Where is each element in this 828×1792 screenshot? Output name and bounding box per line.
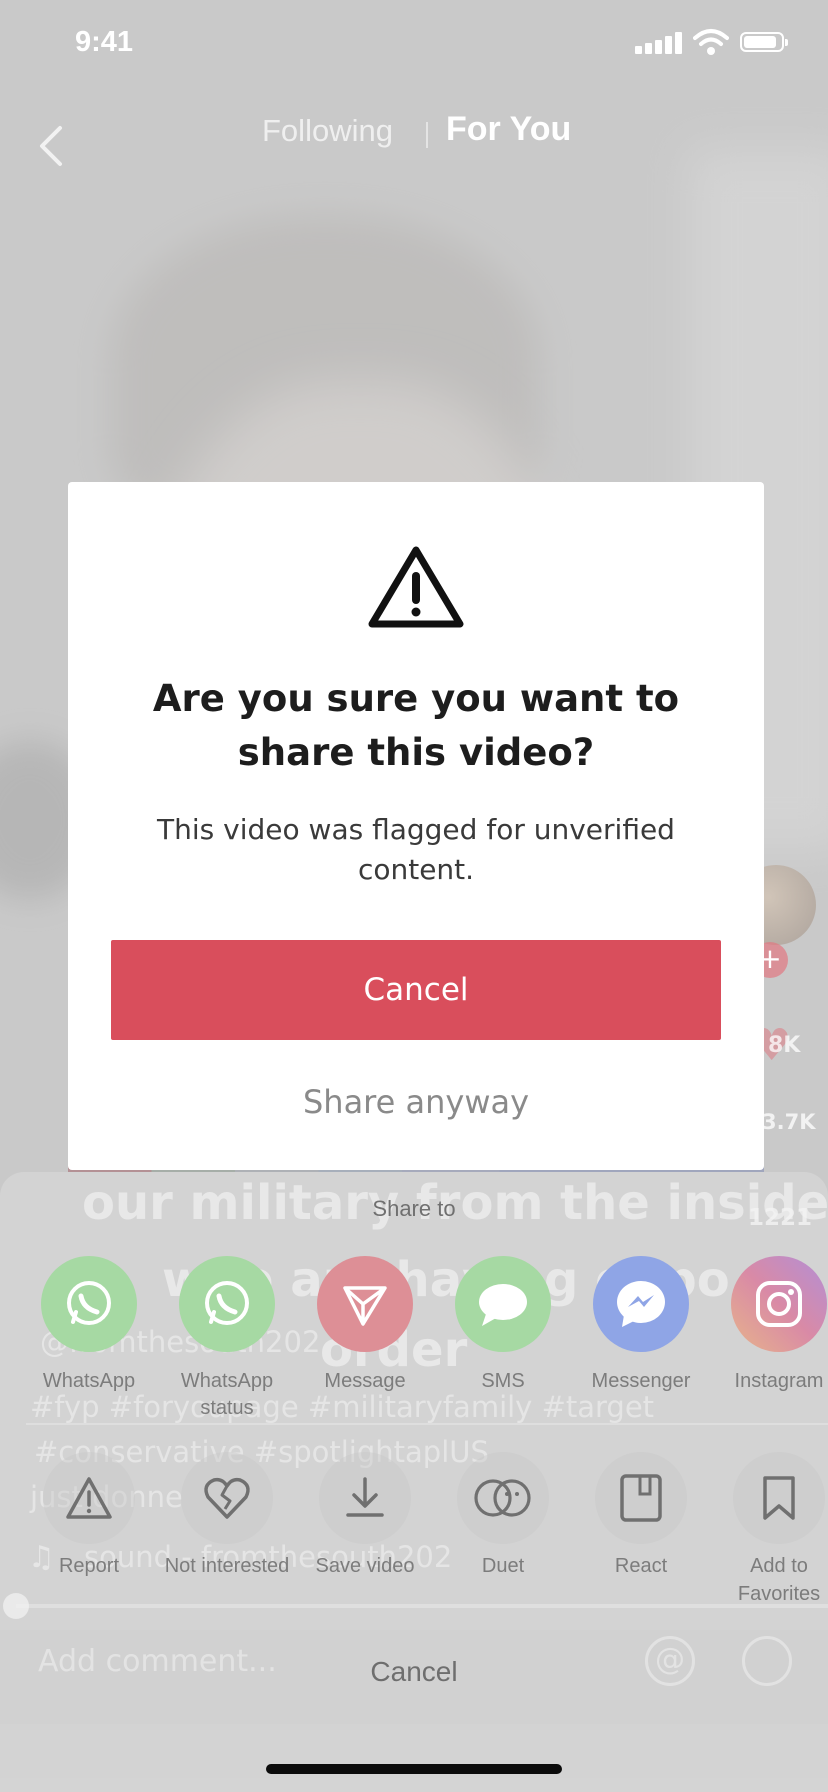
action-duet[interactable]: Duet bbox=[434, 1452, 572, 1580]
dialog-message: This video was flagged for unverified co… bbox=[157, 813, 675, 886]
messenger-icon bbox=[593, 1256, 689, 1352]
action-label: Save video bbox=[315, 1555, 415, 1577]
duet-icon bbox=[457, 1452, 549, 1544]
share-sheet-cancel-button[interactable]: Cancel bbox=[0, 1656, 828, 1688]
bookmark-icon bbox=[733, 1452, 825, 1544]
dialog-title: Are you sure you want to share this vide… bbox=[152, 677, 680, 774]
share-warning-dialog: Are you sure you want to share this vide… bbox=[68, 482, 764, 1170]
action-label: Duet bbox=[481, 1555, 525, 1577]
warning-icon bbox=[368, 546, 464, 628]
whatsapp-icon bbox=[179, 1256, 275, 1352]
action-report[interactable]: Report bbox=[20, 1452, 158, 1580]
warning-icon bbox=[43, 1452, 135, 1544]
share-app-message[interactable]: Message bbox=[296, 1256, 434, 1395]
action-label: Not interested bbox=[164, 1555, 290, 1577]
home-indicator[interactable] bbox=[266, 1764, 562, 1774]
instagram-icon bbox=[731, 1256, 827, 1352]
cancel-button[interactable]: Cancel bbox=[111, 940, 721, 1040]
share-sheet-divider bbox=[26, 1423, 828, 1425]
share-anyway-button[interactable]: Share anyway bbox=[111, 1062, 721, 1142]
share-app-label: Instagram bbox=[734, 1370, 824, 1392]
share-app-label: WhatsApp bbox=[42, 1370, 136, 1392]
action-save-video[interactable]: Save video bbox=[296, 1452, 434, 1580]
share-app-whatsapp-status[interactable]: WhatsApp status bbox=[158, 1256, 296, 1422]
share-sheet-title: Share to bbox=[372, 1196, 456, 1221]
broken-heart-icon bbox=[181, 1452, 273, 1544]
whatsapp-icon bbox=[41, 1256, 137, 1352]
chat-bubble-icon bbox=[455, 1256, 551, 1352]
action-react[interactable]: React bbox=[572, 1452, 710, 1580]
action-label: Report bbox=[58, 1555, 120, 1577]
react-icon bbox=[595, 1452, 687, 1544]
share-app-whatsapp[interactable]: WhatsApp bbox=[20, 1256, 158, 1395]
share-app-messenger[interactable]: Messenger bbox=[572, 1256, 710, 1395]
share-app-sms[interactable]: SMS bbox=[434, 1256, 572, 1395]
action-label: React bbox=[614, 1555, 668, 1577]
share-app-label: WhatsApp status bbox=[180, 1370, 274, 1419]
paper-plane-icon bbox=[317, 1256, 413, 1352]
share-app-label: SMS bbox=[481, 1370, 525, 1392]
share-app-label: Message bbox=[324, 1370, 406, 1392]
action-label: Add to Favorites bbox=[737, 1555, 821, 1605]
screen: 9:41 Following For You + ♥ 8K 3.7K 1221 … bbox=[0, 0, 828, 1792]
download-icon bbox=[319, 1452, 411, 1544]
action-not-interested[interactable]: Not interested bbox=[158, 1452, 296, 1580]
action-add-to-favorites[interactable]: Add to Favorites bbox=[710, 1452, 828, 1608]
share-app-label: Messenger bbox=[591, 1370, 691, 1392]
share-app-instagram[interactable]: Instagram bbox=[710, 1256, 828, 1395]
